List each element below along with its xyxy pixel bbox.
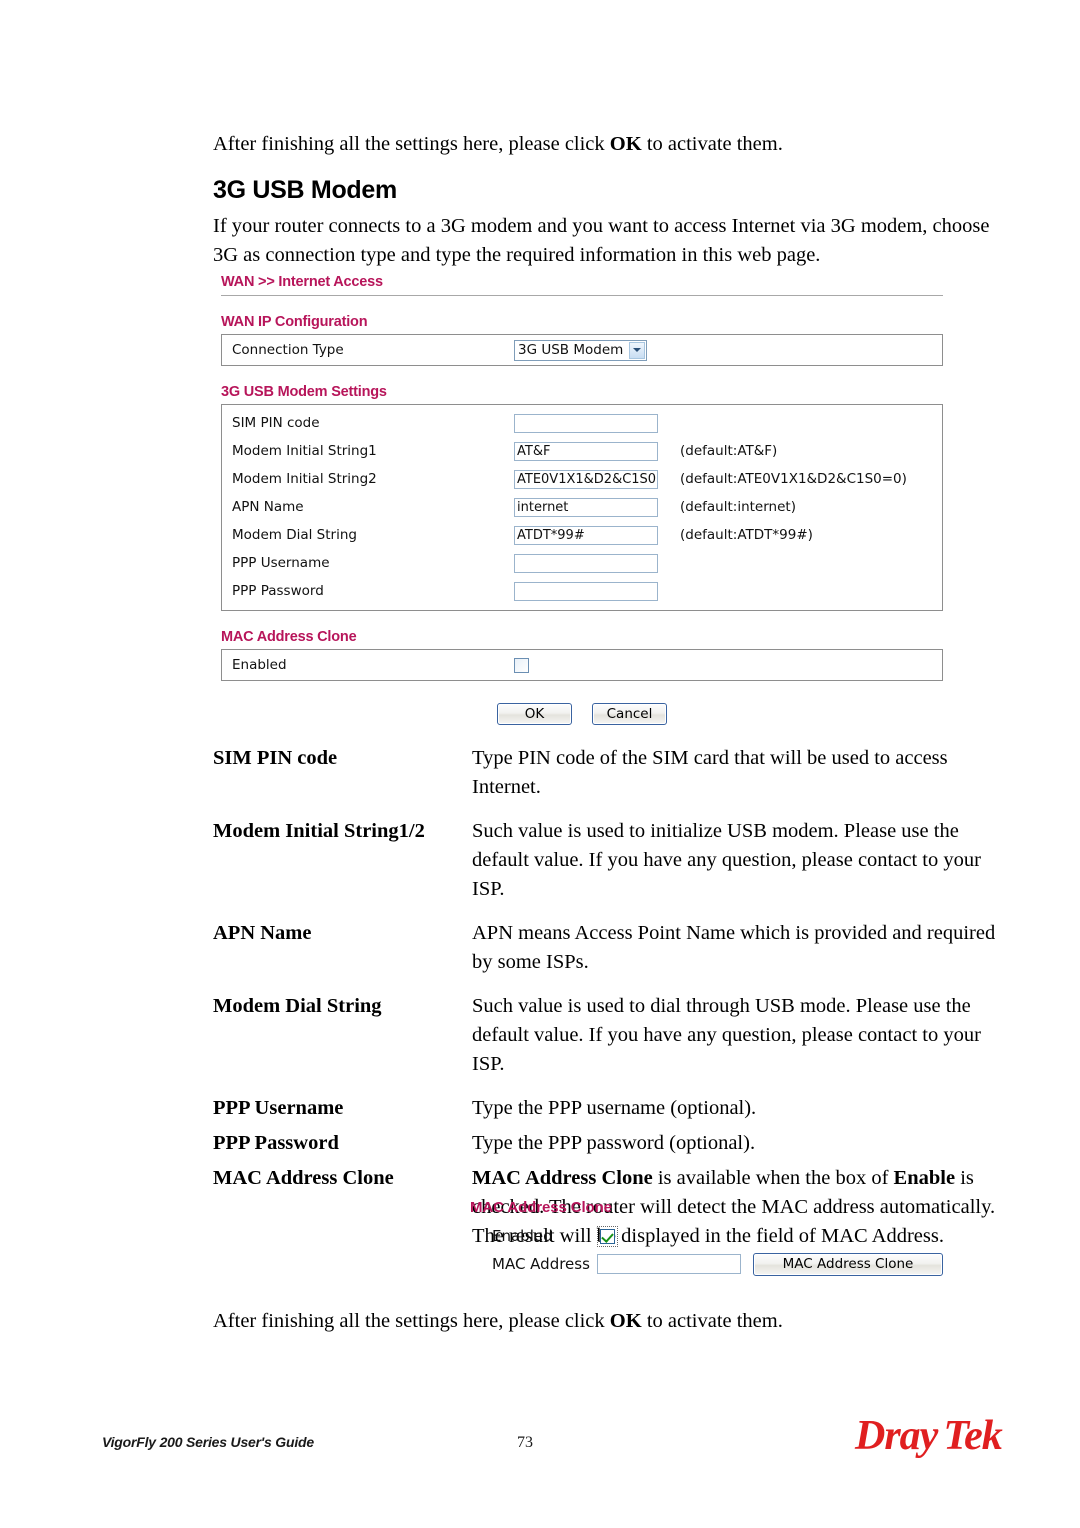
connection-type-label: Connection Type — [232, 342, 344, 358]
modem-dial-string-hint: (default:ATDT*99#) — [680, 527, 813, 543]
footer-guide-title: VigorFly 200 Series User's Guide — [102, 1434, 314, 1450]
definition-row: Modem Initial String1/2 Such value is us… — [213, 817, 1003, 904]
definition-term: APN Name — [213, 922, 312, 944]
field-row-ppp-username: PPP Username — [222, 549, 942, 577]
connection-type-row: Connection Type 3G USB Modem — [222, 335, 942, 365]
checkmark-icon — [600, 1228, 615, 1244]
logo-tek: Tek — [943, 1413, 1002, 1459]
ppp-username-label: PPP Username — [232, 555, 330, 571]
field-descriptions-list: SIM PIN code Type PIN code of the SIM ca… — [213, 744, 1003, 1266]
definition-description: Type the PPP username (optional). — [472, 1097, 757, 1119]
connection-type-select[interactable]: 3G USB Modem — [514, 339, 648, 361]
definition-row: APN Name APN means Access Point Name whi… — [213, 919, 1003, 977]
closing-text-after: to activate them. — [641, 1310, 783, 1332]
ppp-password-label: PPP Password — [232, 583, 324, 599]
document-page: After finishing all the settings here, p… — [0, 0, 1080, 1528]
modem-initial-string1-input[interactable]: AT&F — [514, 441, 658, 461]
definition-description: APN means Access Point Name which is pro… — [472, 922, 996, 973]
page-title: 3G USB Modem — [213, 176, 397, 204]
group-title-mac-address-clone: MAC Address Clone — [221, 629, 357, 645]
sim-pin-code-input[interactable] — [514, 413, 658, 433]
connection-type-value: 3G USB Modem — [518, 342, 624, 358]
mac-address-clone-button[interactable]: MAC Address Clone — [753, 1252, 943, 1276]
modem-dial-string-label: Modem Dial String — [232, 527, 357, 543]
mac-address-clone-widget: MAC Address Clone Enabled MAC Address MA… — [470, 1199, 943, 1279]
mac-clone-enabled-checkbox[interactable] — [514, 657, 529, 673]
definition-term: Modem Initial String1/2 — [213, 820, 425, 842]
definition-description: Such value is used to initialize USB mod… — [472, 820, 981, 900]
definition-row: PPP Username Type the PPP username (opti… — [213, 1094, 1003, 1123]
definition-term: PPP Username — [213, 1097, 344, 1119]
modem-initial-string1-label: Modem Initial String1 — [232, 443, 377, 459]
ok-button[interactable]: OK — [497, 703, 572, 725]
closing-text-before: After finishing all the settings here, p… — [213, 1310, 610, 1332]
mac-clone-enabled-row: Enabled — [222, 650, 942, 680]
field-row-sim-pin-code: SIM PIN code — [222, 409, 942, 437]
wan-ip-configuration-panel: Connection Type 3G USB Modem — [221, 334, 943, 366]
modem-settings-panel: SIM PIN code Modem Initial String1 AT&F … — [221, 404, 943, 611]
logo-dray: Dray — [855, 1413, 938, 1459]
footer-page-number: 73 — [517, 1434, 533, 1451]
definition-term: PPP Password — [213, 1132, 339, 1154]
field-row-apn-name: APN Name internet (default:internet) — [222, 493, 942, 521]
chevron-down-icon — [629, 341, 646, 359]
intro-text-before: After finishing all the settings here, p… — [213, 133, 610, 155]
mac-clone-widget-enabled-label: Enabled — [492, 1227, 553, 1245]
definition-term: SIM PIN code — [213, 747, 338, 769]
definition-row: Modem Dial String Such value is used to … — [213, 992, 1003, 1079]
modem-initial-string2-label: Modem Initial String2 — [232, 471, 377, 487]
modem-initial-string1-hint: (default:AT&F) — [680, 443, 778, 459]
apn-name-input[interactable]: internet — [514, 497, 658, 517]
mac-clone-widget-enabled-checkbox[interactable] — [597, 1225, 618, 1247]
definition-term: Modem Dial String — [213, 995, 382, 1017]
intro-text-after: to activate them. — [641, 133, 783, 155]
field-row-modem-initial-string2: Modem Initial String2 ATE0V1X1&D2&C1S0=0… — [222, 465, 942, 493]
field-row-ppp-password: PPP Password — [222, 577, 942, 605]
apn-name-label: APN Name — [232, 499, 304, 515]
group-title-wan-ip-configuration: WAN IP Configuration — [221, 314, 368, 330]
definition-row: PPP Password Type the PPP password (opti… — [213, 1129, 1003, 1158]
breadcrumb: WAN >> Internet Access — [221, 274, 383, 290]
definition-description: Type the PPP password (optional). — [472, 1132, 756, 1154]
modem-dial-string-input[interactable]: ATDT*99# — [514, 525, 658, 545]
mac-address-label: MAC Address — [492, 1255, 590, 1273]
mac-clone-widget-title: MAC Address Clone — [470, 1199, 612, 1216]
definition-description: Type PIN code of the SIM card that will … — [472, 747, 948, 798]
apn-name-hint: (default:internet) — [680, 499, 796, 515]
ppp-username-input[interactable] — [514, 553, 658, 573]
cancel-button[interactable]: Cancel — [592, 703, 667, 725]
definition-term: MAC Address Clone — [213, 1167, 394, 1189]
field-row-modem-initial-string1: Modem Initial String1 AT&F (default:AT&F… — [222, 437, 942, 465]
draytek-logo: Dray Tek — [855, 1412, 1003, 1460]
mac-address-clone-panel: Enabled — [221, 649, 943, 681]
intro-paragraph: After finishing all the settings here, p… — [213, 130, 1003, 159]
closing-text-ok: OK — [609, 1310, 642, 1332]
closing-paragraph: After finishing all the settings here, p… — [213, 1307, 1003, 1336]
intro-text-ok: OK — [609, 133, 642, 155]
definition-description: Such value is used to dial through USB m… — [472, 995, 981, 1075]
mac-address-input[interactable] — [597, 1254, 741, 1274]
mac-clone-widget-address-row: MAC Address MAC Address Clone — [470, 1249, 943, 1279]
mac-clone-widget-enabled-row: Enabled — [470, 1223, 943, 1249]
form-actions: OK Cancel — [221, 703, 943, 725]
mac-clone-enabled-label: Enabled — [232, 657, 287, 673]
modem-initial-string2-hint: (default:ATE0V1X1&D2&C1S0=0) — [680, 471, 907, 487]
section-description: If your router connects to a 3G modem an… — [213, 215, 990, 266]
group-title-3g-usb-modem-settings: 3G USB Modem Settings — [221, 384, 387, 400]
definition-row: SIM PIN code Type PIN code of the SIM ca… — [213, 744, 1003, 802]
ppp-password-input[interactable] — [514, 581, 658, 601]
field-row-modem-dial-string: Modem Dial String ATDT*99# (default:ATDT… — [222, 521, 942, 549]
sim-pin-code-label: SIM PIN code — [232, 415, 320, 431]
router-webui-panel: WAN >> Internet Access WAN IP Configurat… — [221, 274, 943, 725]
modem-initial-string2-input[interactable]: ATE0V1X1&D2&C1S0=0 — [514, 469, 658, 489]
